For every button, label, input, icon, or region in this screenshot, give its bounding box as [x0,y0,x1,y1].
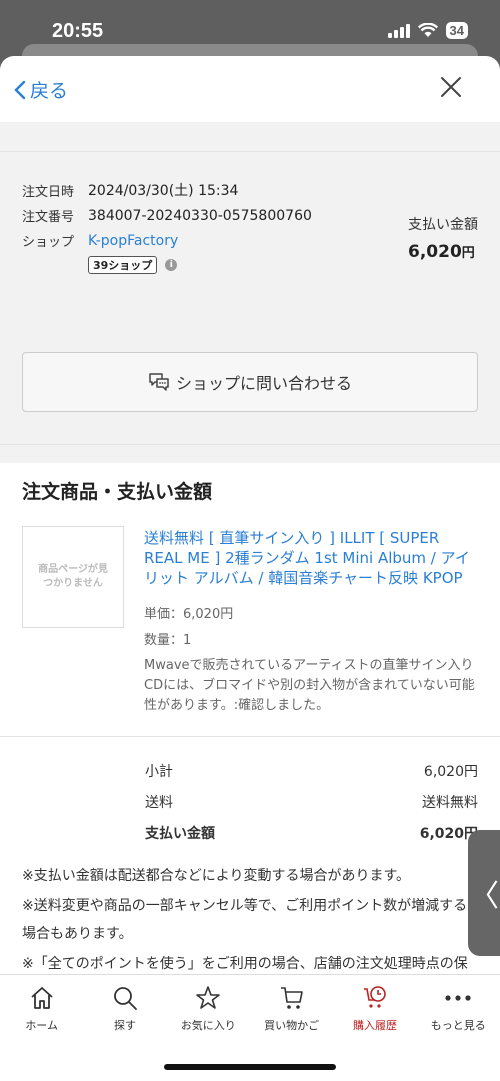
side-tab-button[interactable]: 〈 [468,830,500,956]
more-icon [445,995,471,1001]
cart-icon [280,987,303,1009]
subtotal-value: 6,020円 [423,763,478,780]
chevron-left-icon: 〈 [469,879,499,914]
nav-label: ホーム [25,1019,58,1032]
nav-home[interactable]: ホーム [2,985,82,1033]
status-icons: 34 [387,22,468,39]
chevron-left-icon [14,80,26,99]
order-number-label: 注文番号 [22,210,75,225]
wifi-icon [417,23,438,37]
order-item: 商品ページが見つかりません 送料無料 [ 直筆サイン入り ] ILLIT [ S… [22,526,478,736]
order-info: 注文日時 2024/03/30(土) 15:34 注文番号 384007-202… [0,151,500,330]
back-button[interactable]: 戻る [14,76,68,103]
nav-label: お気に入り [180,1019,236,1032]
note-item: ※送料変更や商品の一部キャンセル等で、ご利用ポイント数が増減する場合もあります。 [22,898,468,942]
subtotal-label: 小計 [145,763,173,780]
nav-cart[interactable]: 買い物かご [252,985,332,1033]
order-date-row: 注文日時 2024/03/30(土) 15:34 [22,180,478,200]
shipping-value: 送料無料 [422,794,478,811]
nav-more[interactable]: もっと見る [418,985,498,1033]
nav-label: 買い物かご [264,1019,320,1032]
product-title-link[interactable]: 送料無料 [ 直筆サイン入り ] ILLIT [ SUPER REAL ME ]… [144,528,478,588]
order-detail-sheet: 戻る 注文日時 2024/03/30(土) 15:34 注文番号 384007-… [0,56,500,1080]
items-section: 注文商品・支払い金額 商品ページが見つかりません 送料無料 [ 直筆サイン入り … [0,463,500,737]
order-number-value: 384007-20240330-0575800760 [88,207,312,224]
item-body: 送料無料 [ 直筆サイン入り ] ILLIT [ SUPER REAL ME ]… [144,526,478,736]
back-label: 戻る [30,80,69,102]
nav-history[interactable]: 購入履歴 [335,985,415,1033]
shipping-label: 送料 [145,794,173,811]
home-indicator [164,1064,336,1070]
subtotal-row: 小計 6,020円 [145,755,478,786]
divider [0,444,500,463]
payment-total-row: 支払い金額 6,020円 [145,817,478,848]
thumbnail-text: 商品ページが見つかりません [38,564,108,589]
close-icon [441,77,461,97]
chat-icon [149,373,169,391]
spacer [0,123,500,151]
unit-price: 単価：6,020円 [144,607,234,622]
contact-label: ショップに問い合わせる [175,374,352,393]
payment-amount: 6,020円 [408,242,478,262]
payment-total-label: 支払い金額 [145,825,215,842]
nav-label: もっと見る [430,1019,486,1032]
contact-section: ショップに問い合わせる [0,330,500,444]
home-icon [31,987,53,1009]
totals: 小計 6,020円 送料 送料無料 支払い金額 6,020円 [0,737,500,854]
item-note: Mwaveで販売されているアーティストの直筆サイン入り CDには、ブロマイドや別… [144,658,475,713]
shop-link[interactable]: K-popFactory [88,233,178,249]
section-title: 注文商品・支払い金額 [22,481,213,503]
payment-unit: 円 [461,246,475,261]
nav-favorites[interactable]: お気に入り [168,985,248,1033]
top-bar: 戻る [0,56,500,123]
contact-shop-button[interactable]: ショップに問い合わせる [22,352,478,412]
shipping-row: 送料 送料無料 [145,786,478,817]
payment-amount-value: 6,020 [408,242,462,262]
star-icon [196,986,221,1009]
shop-label: ショップ [22,235,75,250]
nav-label: 購入履歴 [352,1019,397,1032]
nav-label: 探す [113,1019,136,1032]
payment-label: 支払い金額 [408,217,478,233]
close-button[interactable] [440,76,462,102]
quantity: 数量：1 [144,633,192,648]
history-icon [363,986,386,1008]
item-meta: 単価：6,020円 数量：1 [144,602,478,654]
nav-search[interactable]: 探す [85,985,165,1033]
shop-badge: 39ショップ [88,256,158,274]
payment-summary: 支払い金額 6,020円 [408,214,478,262]
order-date-label: 注文日時 [22,184,75,200]
note-item: ※支払い金額は配送都合などにより変動する場合があります。 [22,868,411,884]
info-icon[interactable]: i [165,259,178,271]
battery-icon: 34 [445,22,468,39]
signal-icon [387,23,410,38]
status-time: 20:55 [52,20,104,42]
search-icon [114,987,137,1010]
order-date-value: 2024/03/30(土) 15:34 [88,183,239,199]
product-thumbnail: 商品ページが見つかりません [22,526,124,628]
